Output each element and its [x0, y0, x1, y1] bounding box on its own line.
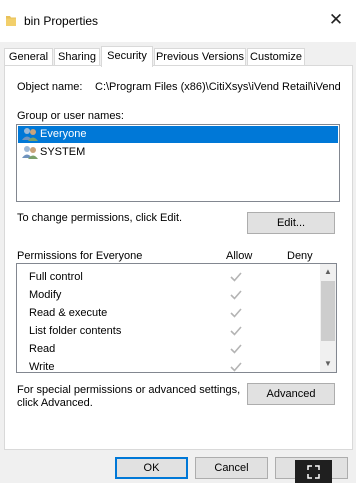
permission-row: List folder contents — [29, 322, 309, 340]
edit-button[interactable]: Edit... — [247, 212, 335, 234]
allow-check-icon — [230, 326, 242, 336]
group-item-label: Everyone — [40, 128, 87, 140]
permission-name: Read & execute — [29, 307, 108, 319]
allow-check-icon — [230, 290, 242, 300]
change-permissions-text: To change permissions, click Edit. — [17, 212, 183, 224]
group-list[interactable]: Everyone SYSTEM — [16, 124, 340, 202]
tab-security[interactable]: Security — [101, 46, 153, 67]
group-item-label: SYSTEM — [40, 146, 86, 158]
group-item-system[interactable]: SYSTEM — [18, 144, 338, 161]
deny-header: Deny — [287, 250, 313, 262]
allow-check-icon — [230, 362, 242, 372]
title-bar: bin Properties ✕ — [0, 0, 356, 42]
scroll-thumb[interactable] — [321, 281, 335, 341]
permission-name: Full control — [29, 271, 83, 283]
permission-name: List folder contents — [29, 325, 122, 337]
permission-row: Full control — [29, 268, 309, 286]
permission-name: Read — [29, 343, 56, 355]
tab-general[interactable]: General — [4, 48, 53, 66]
permission-name: Modify — [29, 289, 62, 301]
permission-row: Read — [29, 340, 309, 358]
permission-name: Write — [29, 361, 55, 373]
special-permissions-text-line1: For special permissions or advanced sett… — [17, 384, 241, 396]
permission-row: Modify — [29, 286, 309, 304]
tab-sharing[interactable]: Sharing — [54, 48, 100, 66]
special-permissions-text-line2: click Advanced. — [17, 397, 93, 409]
permission-row: Read & execute — [29, 304, 309, 322]
expand-overlay-button[interactable] — [295, 460, 332, 483]
ok-button[interactable]: OK — [115, 457, 188, 479]
group-users-label: Group or user names: — [17, 110, 124, 122]
advanced-button[interactable]: Advanced — [247, 383, 335, 405]
close-button[interactable]: ✕ — [326, 10, 346, 30]
users-group-icon — [22, 128, 38, 141]
permission-row: Write — [29, 358, 309, 376]
object-name-label: Object name: — [17, 81, 83, 93]
object-name-value: C:\Program Files (x86)\CitiXsys\iVend Re… — [95, 81, 341, 93]
allow-check-icon — [230, 344, 242, 354]
cancel-button[interactable]: Cancel — [195, 457, 268, 479]
group-item-everyone[interactable]: Everyone — [18, 126, 338, 143]
window-title: bin Properties — [24, 14, 99, 28]
tab-previous-versions[interactable]: Previous Versions — [154, 48, 246, 66]
folder-icon — [6, 16, 16, 26]
permissions-list: Full control Modify Read & execute List … — [16, 263, 337, 373]
allow-header: Allow — [226, 250, 253, 262]
allow-check-icon — [230, 272, 242, 282]
allow-check-icon — [230, 308, 242, 318]
expand-icon — [307, 465, 320, 479]
permissions-scrollbar[interactable]: ▲ ▼ — [320, 264, 336, 372]
tab-customize[interactable]: Customize — [247, 48, 305, 66]
users-group-icon — [22, 146, 38, 159]
permissions-for-label: Permissions for Everyone — [17, 250, 143, 262]
scroll-up-icon[interactable]: ▲ — [320, 264, 336, 280]
scroll-down-icon[interactable]: ▼ — [320, 356, 336, 372]
